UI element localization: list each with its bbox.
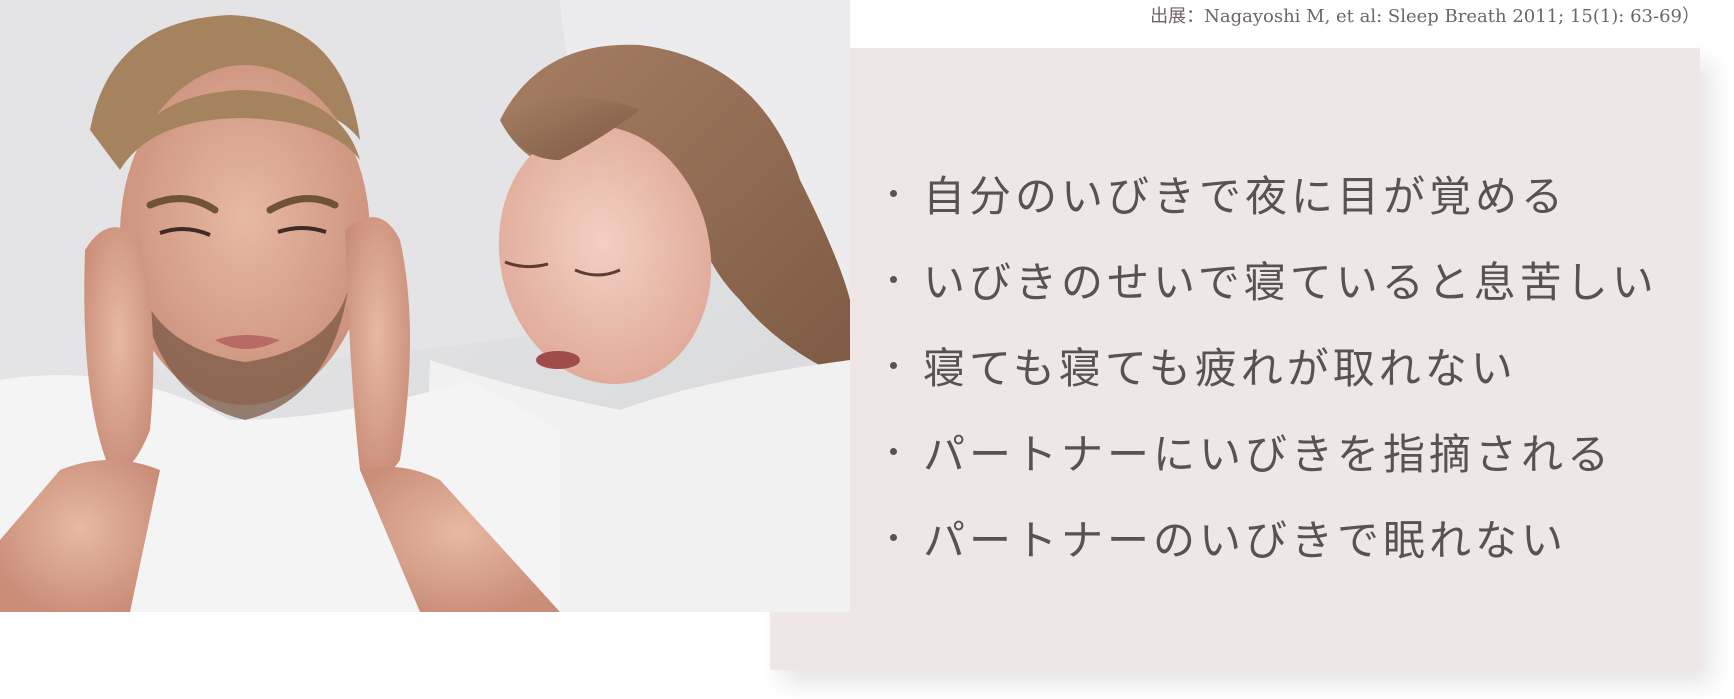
bullet-dot-icon [890,275,897,283]
symptom-text: 寝ても寝ても疲れが取れない [923,343,1517,393]
list-item: いびきのせいで寝ていると息苦しい [890,236,1690,322]
bullet-dot-icon [890,361,897,369]
symptom-text: パートナーにいびきを指摘される [923,429,1614,479]
list-item: パートナーのいびきで眠れない [890,494,1690,580]
symptom-text: パートナーのいびきで眠れない [923,515,1568,565]
symptom-list: 自分のいびきで夜に目が覚める いびきのせいで寝ていると息苦しい 寝ても寝ても疲れ… [890,150,1690,580]
bullet-dot-icon [890,533,897,541]
bullet-dot-icon [890,447,897,455]
source-citation: 出展：Nagayoshi M, et al: Sleep Breath 2011… [1150,6,1700,27]
list-item: パートナーにいびきを指摘される [890,408,1690,494]
symptom-text: 自分のいびきで夜に目が覚める [923,171,1568,221]
couple-sleeping-photo [0,0,850,612]
list-item: 寝ても寝ても疲れが取れない [890,322,1690,408]
list-item: 自分のいびきで夜に目が覚める [890,150,1690,236]
bullet-dot-icon [890,189,897,197]
symptom-text: いびきのせいで寝ていると息苦しい [923,257,1658,307]
